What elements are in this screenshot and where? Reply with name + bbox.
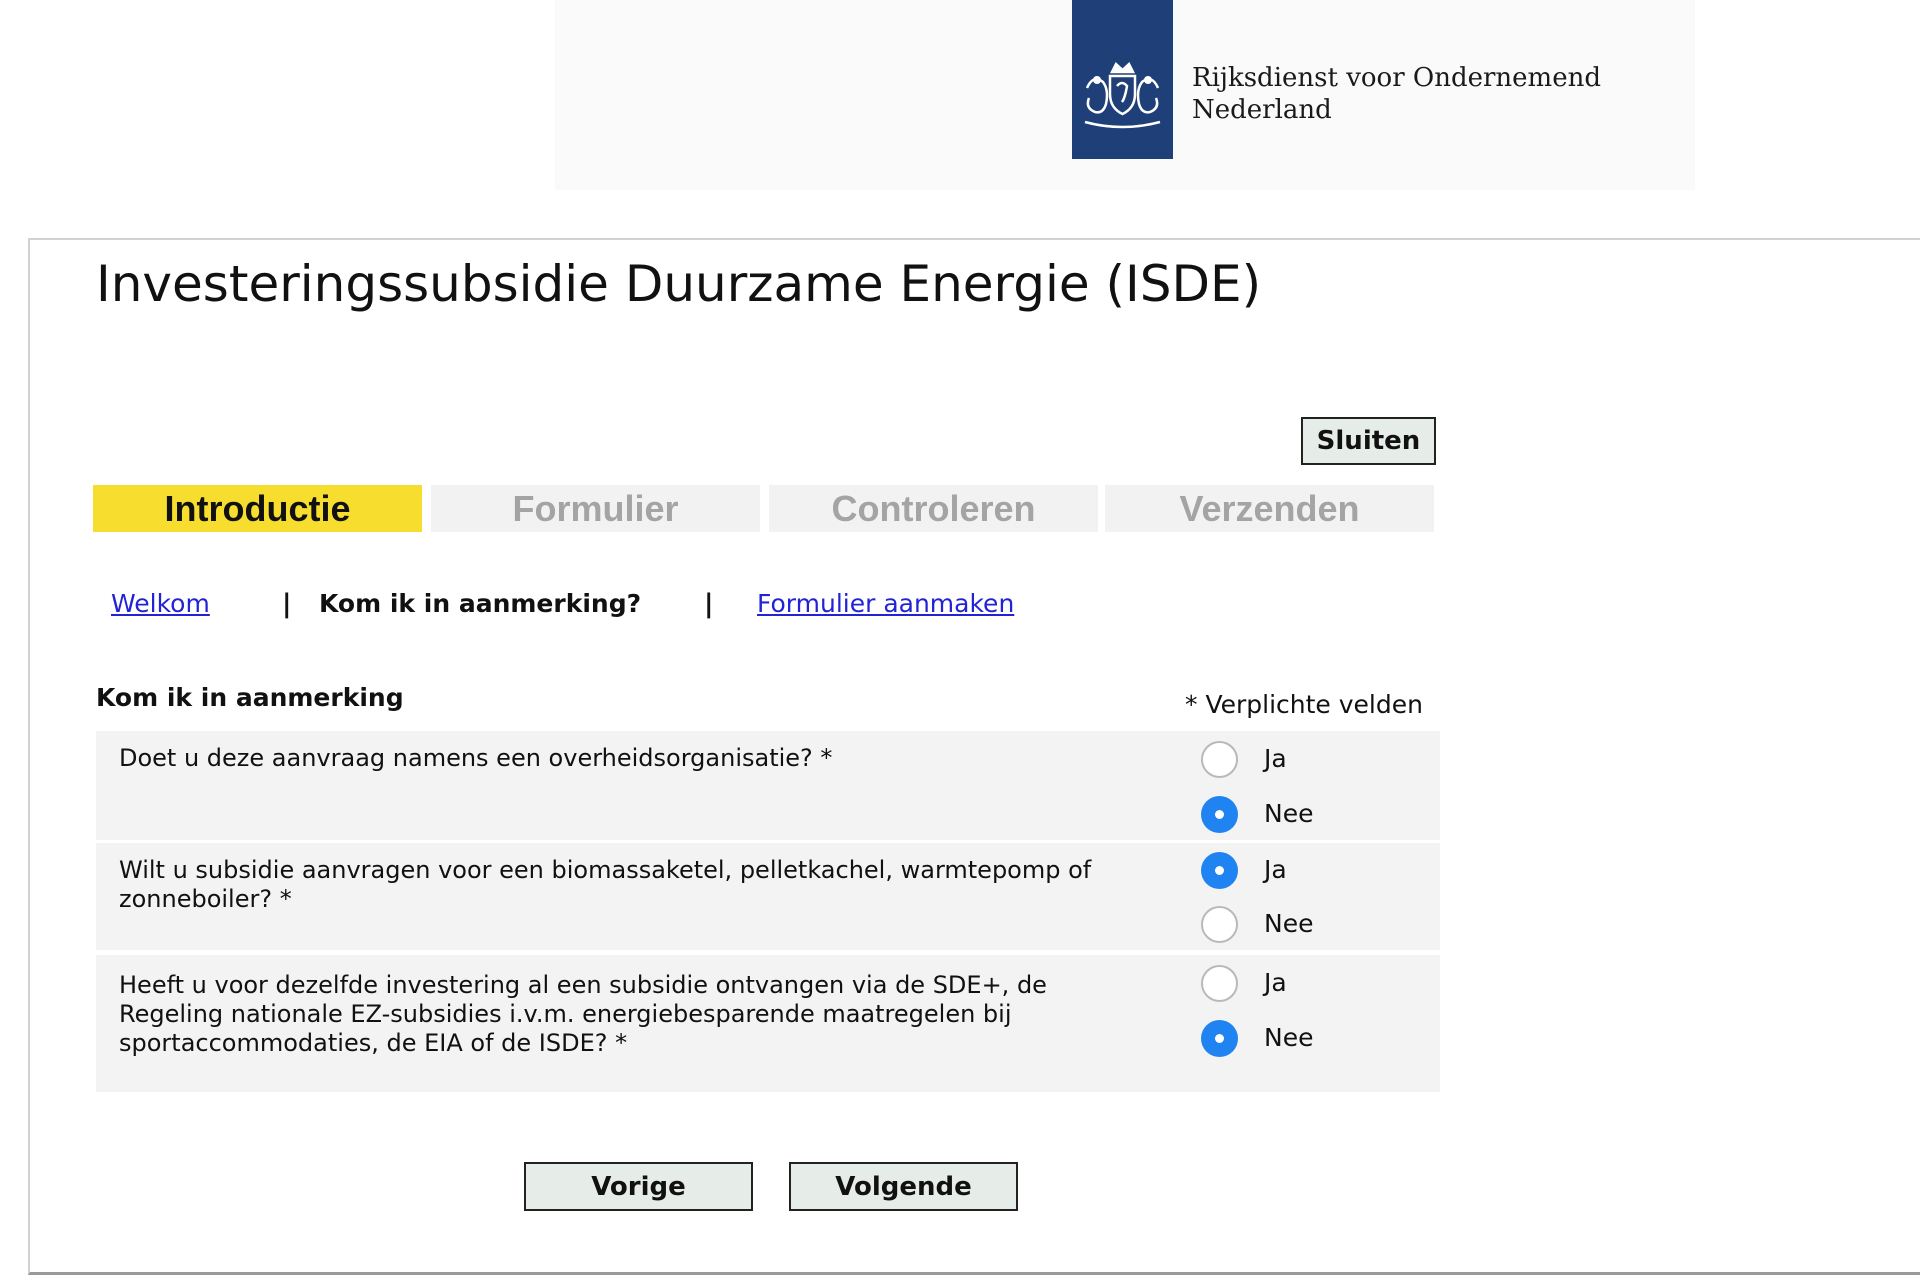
- radio-gov-nee[interactable]: [1201, 796, 1238, 833]
- radio-label-nee: Nee: [1264, 909, 1314, 938]
- org-name-line2: Nederland: [1192, 95, 1332, 125]
- question-text: Doet u deze aanvraag namens een overheid…: [119, 744, 833, 772]
- radio-label-nee: Nee: [1264, 799, 1314, 828]
- radio-install-nee[interactable]: [1201, 906, 1238, 943]
- subnav-separator: |: [704, 589, 714, 619]
- required-fields-note: * Verplichte velden: [1185, 690, 1423, 719]
- organization-name: Rijksdienst voor Ondernemend Nederland: [1192, 62, 1601, 126]
- section-title: Kom ik in aanmerking: [96, 683, 404, 712]
- subnav-current-step: Kom ik in aanmerking?: [319, 589, 642, 618]
- radio-label-ja: Ja: [1264, 968, 1287, 997]
- step-formulier[interactable]: Formulier: [431, 485, 760, 532]
- step-controleren[interactable]: Controleren: [769, 485, 1098, 532]
- close-button[interactable]: Sluiten: [1301, 417, 1436, 465]
- question-row-government: Doet u deze aanvraag namens een overheid…: [96, 731, 1440, 840]
- radio-label-ja: Ja: [1264, 744, 1287, 773]
- step-introductie[interactable]: Introductie: [93, 485, 422, 532]
- question-row-installation: Wilt u subsidie aanvragen voor een bioma…: [96, 843, 1440, 950]
- radio-gov-ja[interactable]: [1201, 741, 1238, 778]
- radio-subsidy-ja[interactable]: [1201, 965, 1238, 1002]
- radio-subsidy-nee[interactable]: [1201, 1020, 1238, 1057]
- radio-label-ja: Ja: [1264, 855, 1287, 884]
- previous-button[interactable]: Vorige: [524, 1162, 753, 1211]
- page-title: Investeringssubsidie Duurzame Energie (I…: [96, 255, 1262, 313]
- next-button[interactable]: Volgende: [789, 1162, 1018, 1211]
- subnav-separator: |: [282, 589, 292, 619]
- radio-label-nee: Nee: [1264, 1023, 1314, 1052]
- radio-install-ja[interactable]: [1201, 852, 1238, 889]
- org-name-line1: Rijksdienst voor Ondernemend: [1192, 63, 1601, 93]
- subnav-link-welkom[interactable]: Welkom: [111, 587, 210, 621]
- question-row-prior-subsidy: Heeft u voor dezelfde investering al een…: [96, 955, 1440, 1092]
- coat-of-arms-icon: [1084, 61, 1161, 129]
- rijksoverheid-logo: [1072, 0, 1173, 159]
- step-verzenden[interactable]: Verzenden: [1105, 485, 1434, 532]
- subnav-link-formulier-aanmaken[interactable]: Formulier aanmaken: [757, 587, 1014, 621]
- question-text: Heeft u voor dezelfde investering al een…: [119, 971, 1047, 1057]
- question-text: Wilt u subsidie aanvragen voor een bioma…: [119, 856, 1092, 913]
